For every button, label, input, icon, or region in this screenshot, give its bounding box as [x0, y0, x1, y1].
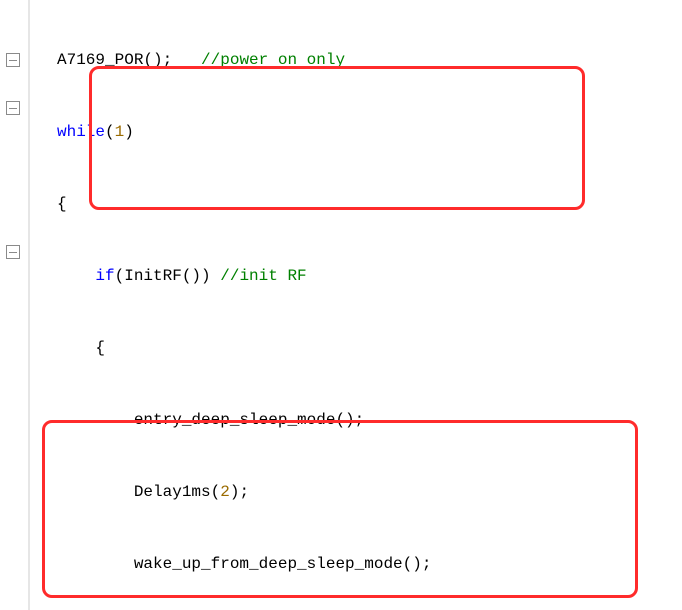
code-text: entry_deep_sleep_mode();: [57, 411, 364, 429]
comment: //power on only: [201, 51, 345, 69]
code-line[interactable]: A7169_POR(); //power on only: [57, 48, 682, 72]
code-line[interactable]: if(InitRF()) //init RF: [57, 264, 682, 288]
fold-toggle-icon[interactable]: [6, 245, 20, 259]
code-editor[interactable]: A7169_POR(); //power on only while(1) { …: [0, 0, 682, 610]
code-text: (: [105, 123, 115, 141]
code-text: wake_up_from_deep_sleep_mode();: [57, 555, 431, 573]
code-text: (InitRF()): [115, 267, 221, 285]
code-text: A7169_POR();: [57, 51, 201, 69]
keyword: while: [57, 123, 105, 141]
code-text: ): [124, 123, 134, 141]
code-line[interactable]: wake_up_from_deep_sleep_mode();: [57, 552, 682, 576]
fold-toggle-icon[interactable]: [6, 53, 20, 67]
number: 1: [115, 123, 125, 141]
code-text: Delay1ms(: [57, 483, 220, 501]
code-line[interactable]: {: [57, 192, 682, 216]
code-text: {: [57, 195, 67, 213]
number: 2: [220, 483, 230, 501]
code-text: {: [57, 339, 105, 357]
comment: //init RF: [220, 267, 306, 285]
code-area[interactable]: A7169_POR(); //power on only while(1) { …: [29, 0, 682, 610]
code-text: );: [230, 483, 249, 501]
code-line[interactable]: Delay1ms(2);: [57, 480, 682, 504]
code-line[interactable]: {: [57, 336, 682, 360]
code-line[interactable]: while(1): [57, 120, 682, 144]
keyword: if: [57, 267, 115, 285]
fold-gutter[interactable]: [0, 0, 29, 610]
fold-toggle-icon[interactable]: [6, 101, 20, 115]
code-line[interactable]: entry_deep_sleep_mode();: [57, 408, 682, 432]
